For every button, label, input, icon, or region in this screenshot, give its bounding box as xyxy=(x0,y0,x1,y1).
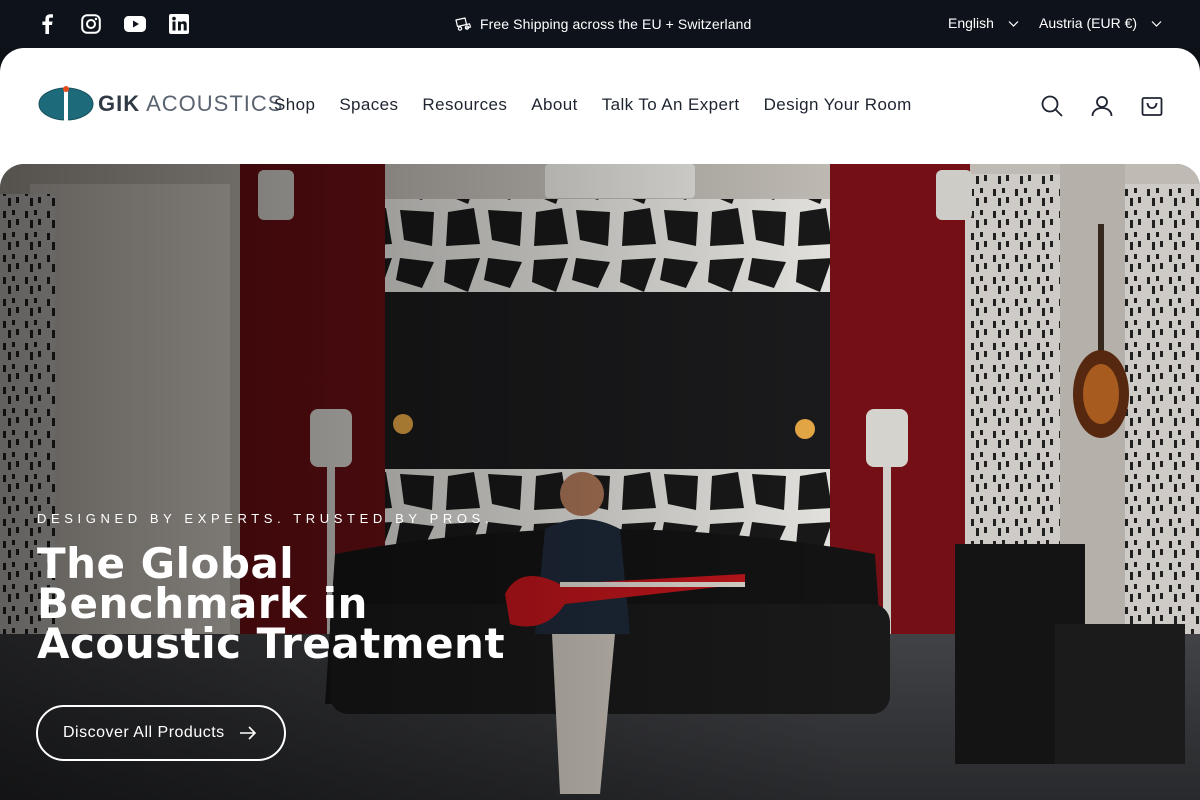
announcement-bar: Free Shipping across the EU + Switzerlan… xyxy=(0,0,1200,48)
country-selector[interactable]: Austria (EUR €) xyxy=(1039,15,1162,31)
chevron-down-icon xyxy=(1151,20,1162,27)
language-selector[interactable]: English xyxy=(948,15,1019,31)
announcement: Free Shipping across the EU + Switzerlan… xyxy=(454,15,751,33)
truck-icon xyxy=(455,17,472,31)
nav-design-your-room[interactable]: Design Your Room xyxy=(764,95,912,115)
cart-icon[interactable] xyxy=(1140,94,1164,118)
logo-suffix: ACOUSTICS xyxy=(146,91,284,116)
hero-eyebrow: DESIGNED BY EXPERTS. TRUSTED BY PROS. xyxy=(37,511,494,526)
logo-brand: GIK xyxy=(98,91,141,116)
nav-resources[interactable]: Resources xyxy=(422,95,507,115)
nav-shop[interactable]: Shop xyxy=(274,95,315,115)
chevron-down-icon xyxy=(1008,20,1019,27)
logo-mark xyxy=(38,86,94,122)
social-links xyxy=(36,13,212,35)
hero-headline-line-2: Benchmark in xyxy=(37,579,368,628)
main-nav: Shop Spaces Resources About Talk To An E… xyxy=(274,95,936,115)
hero-headline: The Global Benchmark in Acoustic Treatme… xyxy=(37,539,557,668)
search-icon[interactable] xyxy=(1040,94,1064,118)
instagram-icon[interactable] xyxy=(80,13,102,35)
nav-about[interactable]: About xyxy=(531,95,577,115)
hero-headline-line-3: Acoustic Treatment xyxy=(37,619,506,668)
hero-banner: DESIGNED BY EXPERTS. TRUSTED BY PROS. Th… xyxy=(0,164,1200,800)
account-icon[interactable] xyxy=(1090,94,1114,118)
nav-spaces[interactable]: Spaces xyxy=(339,95,398,115)
discover-all-products-button[interactable]: Discover All Products xyxy=(36,705,286,761)
language-label: English xyxy=(948,15,994,31)
linkedin-icon[interactable] xyxy=(168,13,190,35)
arrow-right-icon xyxy=(239,726,256,740)
country-label: Austria (EUR €) xyxy=(1039,15,1138,31)
announcement-text: Free Shipping across the EU + Switzerlan… xyxy=(480,16,752,32)
youtube-icon[interactable] xyxy=(124,13,146,35)
facebook-icon[interactable] xyxy=(36,13,58,35)
site-logo[interactable]: GIK ACOUSTICS xyxy=(38,86,283,122)
nav-talk-to-an-expert[interactable]: Talk To An Expert xyxy=(602,95,740,115)
cta-label: Discover All Products xyxy=(63,724,225,741)
hero-headline-line-1: The Global xyxy=(37,539,295,588)
